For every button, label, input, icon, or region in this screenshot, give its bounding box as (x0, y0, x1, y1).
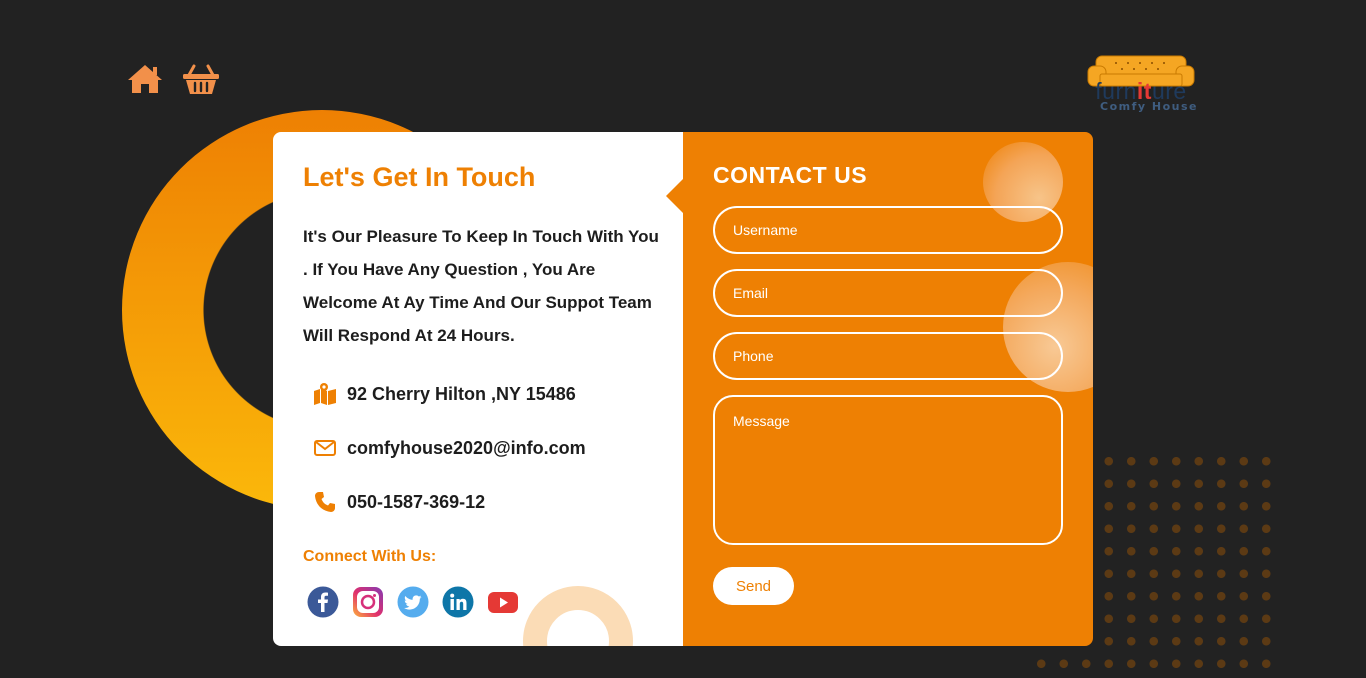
instagram-icon[interactable] (352, 586, 384, 618)
email-row: comfyhouse2020@info.com (313, 436, 586, 460)
logo-tagline: Comfy House (1100, 100, 1198, 113)
phone-row: 050-1587-369-12 (313, 490, 485, 514)
connect-label: Connect With Us: (303, 548, 437, 565)
email-input[interactable] (713, 269, 1063, 317)
address-row: 92 Cherry Hilton ,NY 15486 (313, 382, 576, 406)
phone-icon (315, 492, 335, 512)
contact-form-panel: CONTACT US Send (683, 132, 1093, 646)
address-text: 92 Cherry Hilton ,NY 15486 (347, 383, 576, 404)
linkedin-icon[interactable] (442, 586, 474, 618)
brand-logo[interactable]: furniture Comfy House (1082, 54, 1200, 116)
youtube-icon[interactable] (487, 586, 519, 618)
send-button[interactable]: Send (713, 567, 794, 605)
home-icon[interactable] (126, 62, 164, 96)
social-links (307, 586, 519, 618)
email-text[interactable]: comfyhouse2020@info.com (347, 438, 586, 459)
facebook-icon[interactable] (307, 586, 339, 618)
panel-description: It's Our Pleasure To Keep In Touch With … (303, 227, 659, 345)
panel-notch (666, 178, 684, 214)
message-textarea[interactable] (713, 395, 1063, 545)
contact-info-panel: Let's Get In Touch It's Our Pleasure To … (273, 132, 683, 646)
basket-icon[interactable] (182, 62, 220, 96)
top-nav (126, 62, 220, 96)
form-title: CONTACT US (713, 162, 868, 188)
phone-text[interactable]: 050-1587-369-12 (347, 492, 485, 513)
phone-input[interactable] (713, 332, 1063, 380)
envelope-icon (314, 440, 336, 456)
map-icon (314, 383, 336, 405)
decorative-half-ring (523, 586, 633, 646)
twitter-icon[interactable] (397, 586, 429, 618)
panel-title: Let's Get In Touch (303, 162, 536, 192)
username-input[interactable] (713, 206, 1063, 254)
